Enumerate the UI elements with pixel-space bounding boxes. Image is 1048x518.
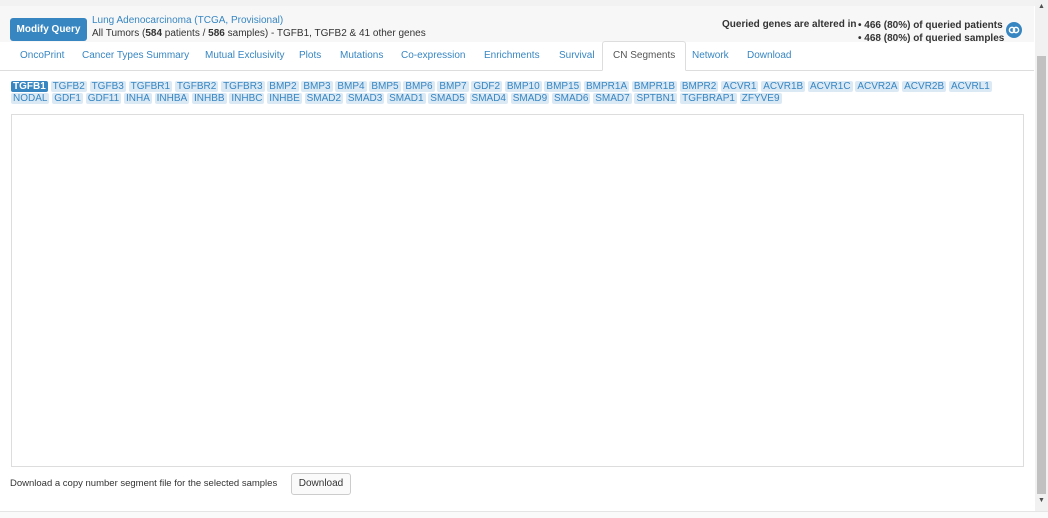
gene-chip[interactable]: INHBA	[154, 93, 190, 104]
gene-chip[interactable]: ZFYVE9	[739, 93, 782, 104]
scroll-down-icon[interactable]: ▼	[1038, 497, 1045, 504]
patients-label: patients /	[162, 28, 209, 39]
gene-chip[interactable]: BMP6	[403, 81, 435, 92]
link-icon[interactable]	[1006, 22, 1022, 38]
gene-chip[interactable]: BMPR1A	[584, 81, 630, 92]
tab-survival[interactable]: Survival	[559, 42, 595, 70]
patients-stat: • 466 (80%) of queried patients	[858, 20, 1003, 31]
gene-chip[interactable]: ACVR2A	[855, 81, 900, 92]
tab-oncoprint[interactable]: OncoPrint	[20, 42, 64, 70]
summary-prefix: All Tumors (	[92, 28, 146, 39]
gene-chip[interactable]: TGFB3	[89, 81, 126, 92]
gene-chip[interactable]: ACVR1B	[761, 81, 806, 92]
gene-chip[interactable]: TGFBR2	[174, 81, 219, 92]
gene-chip[interactable]: INHA	[123, 93, 152, 104]
gene-chip[interactable]: BMPR2	[679, 81, 719, 92]
gene-chip[interactable]: SMAD1	[387, 93, 426, 104]
tab-network[interactable]: Network	[692, 42, 729, 70]
gene-chip[interactable]: INHBC	[229, 93, 265, 104]
gene-selector: TGFB1 TGFB2 TGFB3 TGFBR1 TGFBR2 TGFBR3 B…	[11, 81, 1021, 105]
download-button[interactable]: Download	[291, 473, 351, 495]
cn-segments-viewer[interactable]	[11, 114, 1024, 467]
patients-count: 584	[145, 28, 163, 39]
vertical-scrollbar[interactable]: ▲ ▼	[1035, 0, 1048, 511]
gene-chip[interactable]: BMPR1B	[631, 81, 678, 92]
gene-chip[interactable]: SMAD6	[552, 93, 591, 104]
study-summary: All Tumors (584 patients / 586 samples) …	[92, 28, 426, 39]
scrollbar-thumb[interactable]	[1037, 56, 1046, 494]
gene-chip[interactable]: ACVR2B	[902, 81, 947, 92]
gene-chip[interactable]: SMAD3	[345, 93, 385, 104]
tab-enrichments[interactable]: Enrichments	[484, 42, 540, 70]
gene-chip[interactable]: TGFBRAP1	[680, 93, 737, 104]
gene-chip[interactable]: INHBE	[267, 93, 302, 104]
gene-chip[interactable]: GDF1	[52, 93, 83, 104]
gene-chip[interactable]: TGFB1	[11, 81, 48, 92]
tab-plots[interactable]: Plots	[299, 42, 321, 70]
tab-mutations[interactable]: Mutations	[340, 42, 383, 70]
genes-suffix: - TGFB1, TGFB2 & 41 other genes	[268, 28, 426, 39]
gene-chip[interactable]: BMP5	[369, 81, 401, 92]
download-description: Download a copy number segment file for …	[10, 478, 278, 489]
gene-chip[interactable]: INHBB	[192, 93, 227, 104]
gene-chip[interactable]: GDF2	[471, 81, 503, 92]
gene-chip[interactable]: BMP4	[335, 81, 367, 92]
link-icon-glyph	[1008, 26, 1020, 34]
gene-chip[interactable]: TGFB2	[50, 81, 87, 92]
modify-query-button[interactable]: Modify Query	[10, 18, 87, 41]
gene-chip[interactable]: SMAD7	[593, 93, 632, 104]
tab-co-expression[interactable]: Co-expression	[401, 42, 465, 70]
result-tabs: OncoPrint Cancer Types Summary Mutual Ex…	[0, 41, 1034, 71]
query-summary-header: Modify Query Lung Adenocarcinoma (TCGA, …	[0, 6, 1034, 44]
scroll-up-icon[interactable]: ▲	[1038, 3, 1045, 10]
gene-chip[interactable]: BMP10	[504, 81, 542, 92]
gene-chip[interactable]: ACVR1	[721, 81, 759, 92]
gene-chip[interactable]: SMAD9	[510, 93, 550, 104]
gene-chip[interactable]: NODAL	[11, 93, 50, 104]
tab-cancer-types-summary[interactable]: Cancer Types Summary	[82, 42, 189, 70]
gene-chip[interactable]: SMAD5	[428, 93, 467, 104]
gene-chip[interactable]: ACVR1C	[807, 81, 853, 92]
gene-chip[interactable]: BMP7	[437, 81, 469, 92]
tab-download[interactable]: Download	[747, 42, 791, 70]
gene-chip[interactable]: ACVRL1	[948, 81, 992, 92]
study-name-link[interactable]: Lung Adenocarcinoma (TCGA, Provisional)	[92, 15, 283, 26]
gene-chip[interactable]: SMAD2	[304, 93, 344, 104]
gene-chip[interactable]: GDF11	[85, 93, 122, 104]
gene-chip[interactable]: SMAD4	[469, 93, 508, 104]
altered-label: Queried genes are altered in	[722, 19, 857, 30]
tab-mutual-exclusivity[interactable]: Mutual Exclusivity	[205, 42, 284, 70]
tab-cn-segments[interactable]: CN Segments	[602, 41, 687, 71]
samples-label: samples)	[224, 28, 269, 39]
gene-chip[interactable]: BMP3	[301, 81, 333, 92]
gene-chip[interactable]: TGFBR1	[128, 81, 173, 92]
gene-chip[interactable]: TGFBR3	[221, 81, 265, 92]
samples-count: 586	[208, 28, 225, 39]
gene-chip[interactable]: BMP15	[544, 81, 582, 92]
gene-chip[interactable]: SPTBN1	[634, 93, 678, 104]
gene-chip[interactable]: BMP2	[267, 81, 299, 92]
